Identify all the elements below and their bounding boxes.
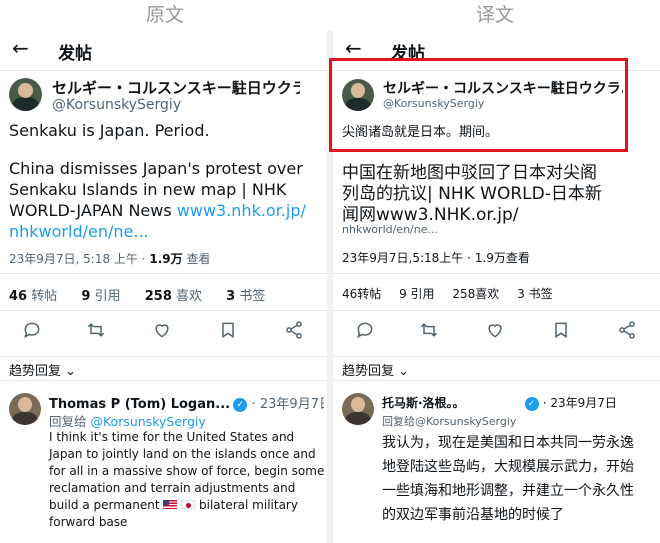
stat-reposts[interactable]: 46 转帖 bbox=[9, 289, 67, 304]
reply-author-name[interactable]: 托马斯·洛根。。 ✓ · 23年9月7日 bbox=[382, 394, 652, 411]
author-name[interactable]: セルギー・コルスンスキー駐日ウクラ...✓ bbox=[52, 77, 300, 98]
reply-sort-dropdown[interactable]: 趋势回复 ⌄ bbox=[342, 360, 409, 379]
reply-text-line: forward base bbox=[49, 515, 128, 529]
reply-to-handle[interactable]: @KorsunskySergiy bbox=[90, 414, 205, 429]
engagement-stats: 46转帖 9 引用 258喜欢 3 书签 bbox=[342, 285, 563, 302]
like-icon[interactable] bbox=[485, 320, 509, 344]
reply-to-line[interactable]: 回复给@KorsunskySergiy bbox=[382, 413, 516, 429]
reply-text-line: 我认为，现在是美国和日本共同一劳永逸 bbox=[382, 435, 634, 451]
share-icon[interactable] bbox=[617, 320, 641, 344]
back-arrow-icon[interactable]: ← bbox=[12, 37, 29, 59]
reply-icon[interactable] bbox=[355, 320, 379, 344]
original-column-header: 原文 bbox=[145, 4, 184, 26]
verified-badge-icon: ✓ bbox=[233, 398, 248, 412]
stat-reposts[interactable]: 46转帖 bbox=[342, 287, 381, 301]
article-link[interactable]: www3.nhk.or.jp/ bbox=[177, 201, 306, 220]
author-avatar[interactable] bbox=[9, 78, 42, 111]
reply-author-name[interactable]: Thomas P (Tom) Logan... ✓ · 23年9月7日 bbox=[49, 393, 324, 412]
reply-text-line: for all in a massive show of force, begi… bbox=[49, 464, 325, 478]
reply-text-line: build a permanent bilateral military bbox=[49, 498, 298, 512]
action-bar bbox=[0, 320, 327, 346]
like-icon[interactable] bbox=[152, 320, 176, 344]
action-bar bbox=[333, 320, 660, 346]
reply-author-avatar[interactable] bbox=[342, 393, 374, 425]
translation-highlight-box bbox=[329, 58, 628, 152]
reply-date: · 23年9月7日 bbox=[542, 396, 617, 410]
stat-bookmarks[interactable]: 3 书签 bbox=[226, 289, 275, 304]
stat-quotes[interactable]: 9 引用 bbox=[399, 287, 434, 301]
reply-text-line: reclamation and terrain adjustments and bbox=[49, 481, 296, 495]
stat-likes[interactable]: 258喜欢 bbox=[452, 287, 499, 301]
reply-date: · 23年9月7日 bbox=[251, 397, 324, 412]
repost-icon[interactable] bbox=[86, 320, 110, 344]
reply-author-avatar[interactable] bbox=[9, 393, 41, 425]
bookmark-icon[interactable] bbox=[218, 320, 242, 344]
repost-icon[interactable] bbox=[419, 320, 443, 344]
translated-column-header: 译文 bbox=[475, 4, 514, 26]
reply-text-line: 一些填海和地形调整，并建立一个永久性 bbox=[382, 483, 634, 499]
reply-sort-dropdown[interactable]: 趋势回复 ⌄ bbox=[9, 360, 76, 379]
us-flag-icon bbox=[163, 500, 178, 509]
post-timestamp: 23年9月7日, 5:18 上午 · 1.9万 查看 bbox=[9, 252, 211, 266]
back-arrow-icon[interactable]: ← bbox=[345, 37, 362, 59]
page-title: 发帖 bbox=[58, 44, 92, 64]
japan-flag-icon bbox=[181, 500, 196, 509]
article-link[interactable]: nhkworld/en/ne... bbox=[9, 222, 149, 241]
post-text: Senkaku is Japan. Period. bbox=[9, 121, 210, 140]
stat-bookmarks[interactable]: 3 书签 bbox=[517, 287, 552, 301]
bookmark-icon[interactable] bbox=[551, 320, 575, 344]
stat-likes[interactable]: 258 喜欢 bbox=[145, 289, 212, 304]
engagement-stats: 46 转帖 9 引用 258 喜欢 3 书签 bbox=[9, 285, 285, 304]
stat-quotes[interactable]: 9 引用 bbox=[81, 289, 130, 304]
top-nav: ← 发帖 bbox=[0, 34, 327, 64]
original-post-panel: ← 发帖 セルギー・コルスンスキー駐日ウクラ...✓ @KorsunskySer… bbox=[0, 30, 327, 543]
divider bbox=[0, 70, 327, 71]
author-handle[interactable]: @KorsunskySergiy bbox=[52, 97, 181, 113]
reply-text-line: I think it's time for the United States … bbox=[49, 430, 295, 444]
verified-badge-icon: ✓ bbox=[524, 397, 539, 411]
reply-text-line: 地登陆这些岛屿，大规模展示武力，开始 bbox=[382, 459, 634, 475]
reply-text-line: 的双边军事前沿基地的时候了 bbox=[382, 507, 564, 523]
reply-icon[interactable] bbox=[22, 320, 46, 344]
reply-to-line: 回复给 @KorsunskySergiy bbox=[49, 414, 206, 429]
post-timestamp: 23年9月7日,5:18上午 · 1.9万查看 bbox=[342, 251, 530, 265]
article-link[interactable]: nhkworld/en/ne... bbox=[342, 223, 438, 236]
article-title-line: Senkaku Islands in new map | NHK bbox=[9, 180, 287, 199]
share-icon[interactable] bbox=[284, 320, 308, 344]
article-title-line: China dismisses Japan's protest over bbox=[9, 159, 303, 178]
article-title-line: WORLD-JAPAN News www3.nhk.or.jp/ bbox=[9, 201, 306, 220]
reply-text-line: Japan to jointly land on the islands onc… bbox=[49, 447, 316, 461]
article-title-line: 闻网www3.NHK.or.jp/ bbox=[342, 205, 519, 225]
